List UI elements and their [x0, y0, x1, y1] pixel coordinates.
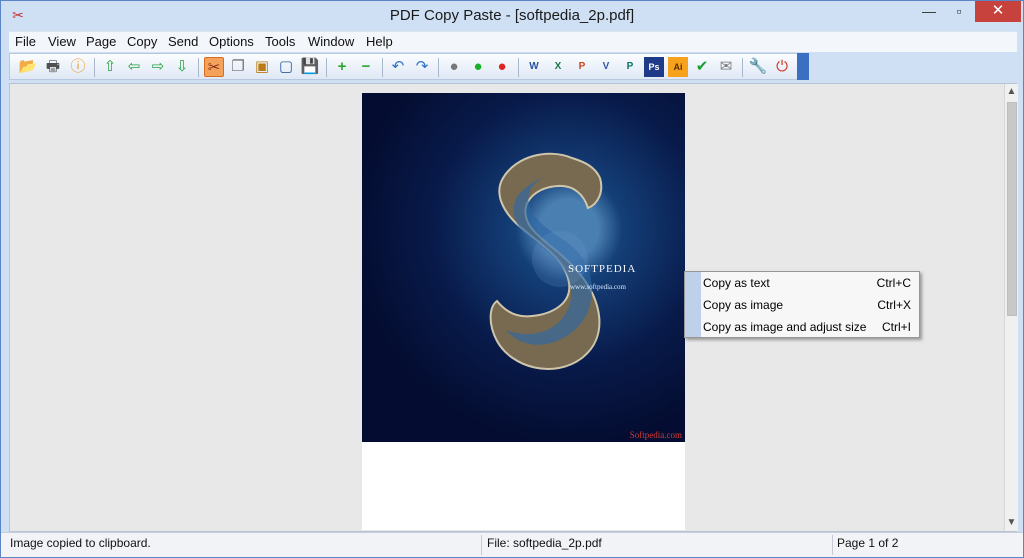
- publisher-icon[interactable]: P: [620, 57, 640, 77]
- copy-as-image-adjust-size-menu-item[interactable]: Copy as image and adjust size Ctrl+I: [703, 316, 919, 338]
- status-page: Page 1 of 2: [837, 536, 899, 550]
- green-dot-icon[interactable]: ●: [468, 57, 488, 77]
- menu-side-strip: [685, 272, 701, 337]
- word-icon[interactable]: W: [524, 57, 544, 77]
- maximize-button[interactable]: ▫: [944, 1, 974, 22]
- redo-icon[interactable]: ↷: [412, 57, 432, 77]
- tools-icon[interactable]: 🔧: [748, 57, 768, 77]
- pdf-page-image[interactable]: SOFTPEDIA www.softpedia.com Softpedia.co…: [362, 93, 685, 442]
- copy-as-text-menu-item[interactable]: Copy as text Ctrl+C: [703, 272, 919, 294]
- copy-as-image-menu-item[interactable]: Copy as image Ctrl+X: [703, 294, 919, 316]
- copy-context-menu: Copy as text Ctrl+C Copy as image Ctrl+X…: [684, 271, 920, 338]
- menu-copy[interactable]: Copy: [127, 34, 157, 49]
- frame-icon[interactable]: ▢: [276, 57, 296, 77]
- illustrator-icon[interactable]: Ai: [668, 57, 688, 77]
- menu-options[interactable]: Options: [209, 34, 254, 49]
- info-icon[interactable]: ⓘ: [68, 57, 88, 77]
- softpedia-watermark: SOFTPEDIA: [568, 263, 637, 275]
- save-icon[interactable]: 💾: [300, 57, 320, 77]
- status-message: Image copied to clipboard.: [10, 536, 151, 550]
- previous-page-icon[interactable]: ⇦: [124, 57, 144, 77]
- menu-view[interactable]: View: [48, 34, 76, 49]
- photoshop-icon[interactable]: Ps: [644, 57, 664, 77]
- scroll-down-arrow[interactable]: ▼: [1005, 515, 1018, 531]
- first-page-icon[interactable]: ⇧: [100, 57, 120, 77]
- status-bar: Image copied to clipboard. File: softped…: [1, 532, 1023, 557]
- check-icon[interactable]: ✔: [692, 57, 712, 77]
- menu-help[interactable]: Help: [366, 34, 393, 49]
- softpedia-corner-label: Softpedia.com: [629, 430, 682, 440]
- vertical-scrollbar[interactable]: ▲ ▼: [1004, 84, 1018, 531]
- menu-window[interactable]: Window: [308, 34, 354, 49]
- zoom-out-icon[interactable]: −: [356, 57, 376, 77]
- copy-as-image-shortcut: Ctrl+X: [877, 298, 911, 312]
- menu-file[interactable]: File: [15, 34, 36, 49]
- copy-as-text-label: Copy as text: [703, 276, 770, 290]
- island-image: [489, 152, 603, 370]
- window-title: PDF Copy Paste - [softpedia_2p.pdf]: [389, 7, 635, 24]
- powerpoint-icon[interactable]: P: [572, 57, 592, 77]
- copy-as-image-adjust-size-label: Copy as image and adjust size: [703, 320, 867, 334]
- menu-tools[interactable]: Tools: [265, 34, 295, 49]
- minimize-button[interactable]: —: [914, 1, 944, 22]
- toolbar-overflow-button[interactable]: [797, 53, 809, 80]
- menu-page[interactable]: Page: [86, 34, 116, 49]
- undo-icon[interactable]: ↶: [388, 57, 408, 77]
- copy-as-image-label: Copy as image: [703, 298, 784, 312]
- visio-icon[interactable]: V: [596, 57, 616, 77]
- print-icon[interactable]: 🖶: [43, 57, 63, 77]
- close-button[interactable]: ✕: [975, 1, 1021, 22]
- excel-icon[interactable]: X: [548, 57, 568, 77]
- power-icon[interactable]: ⏻: [772, 57, 792, 77]
- mail-icon[interactable]: ✉: [716, 57, 736, 77]
- last-page-icon[interactable]: ⇩: [172, 57, 192, 77]
- gray-dot-icon[interactable]: ●: [444, 57, 464, 77]
- copy-scissors-icon[interactable]: ✂: [204, 57, 224, 77]
- copy-image-icon[interactable]: ▣: [252, 57, 272, 77]
- menu-bar: File View Page Copy Send Options Tools W…: [9, 31, 1017, 52]
- title-bar: ✂ PDF Copy Paste - [softpedia_2p.pdf] — …: [1, 1, 1023, 31]
- toolbar: 📂 🖶 ⓘ ⇧ ⇦ ⇨ ⇩ ✂ ❐ ▣ ▢ 💾 + − ↶ ↷ ● ● ● W …: [9, 53, 809, 80]
- status-file: File: softpedia_2p.pdf: [487, 536, 602, 550]
- copy-as-text-shortcut: Ctrl+C: [876, 276, 911, 290]
- copy-as-image-adjust-size-shortcut: Ctrl+I: [881, 320, 911, 334]
- scroll-up-arrow[interactable]: ▲: [1005, 84, 1018, 100]
- zoom-in-icon[interactable]: +: [332, 57, 352, 77]
- scroll-thumb[interactable]: [1007, 102, 1017, 316]
- application-window: ✂ PDF Copy Paste - [softpedia_2p.pdf] — …: [0, 0, 1024, 558]
- open-folder-icon[interactable]: 📂: [18, 57, 38, 77]
- pdf-page-blank-area[interactable]: [362, 442, 685, 530]
- softpedia-url: www.softpedia.com: [570, 283, 626, 291]
- red-dot-icon[interactable]: ●: [492, 57, 512, 77]
- menu-send[interactable]: Send: [168, 34, 198, 49]
- next-page-icon[interactable]: ⇨: [148, 57, 168, 77]
- copy-pages-icon[interactable]: ❐: [228, 57, 248, 77]
